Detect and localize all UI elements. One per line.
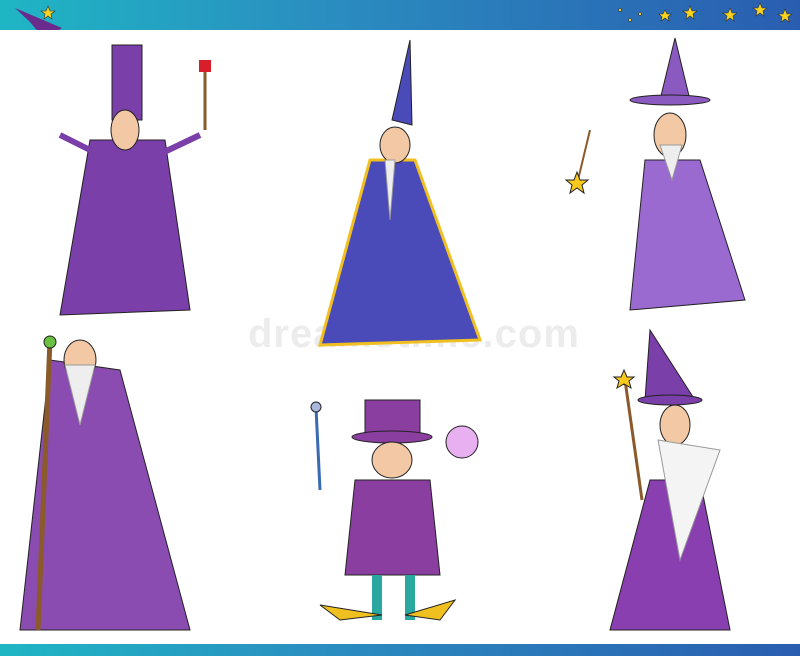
wizard-blue-robe-pointed-hat [318,39,483,347]
top-banner [0,0,800,40]
bearded-wizard-starry-robe [609,328,731,631]
old-wizard-with-staff [19,335,191,631]
bottom-banner [0,644,800,656]
wizard-with-red-wand [58,44,211,316]
wizard-starry-robe-wand [564,37,746,311]
magician-top-hat-crystal-ball [310,399,479,621]
stars-decoration-icon [15,2,793,40]
wizards-illustration [19,37,746,631]
